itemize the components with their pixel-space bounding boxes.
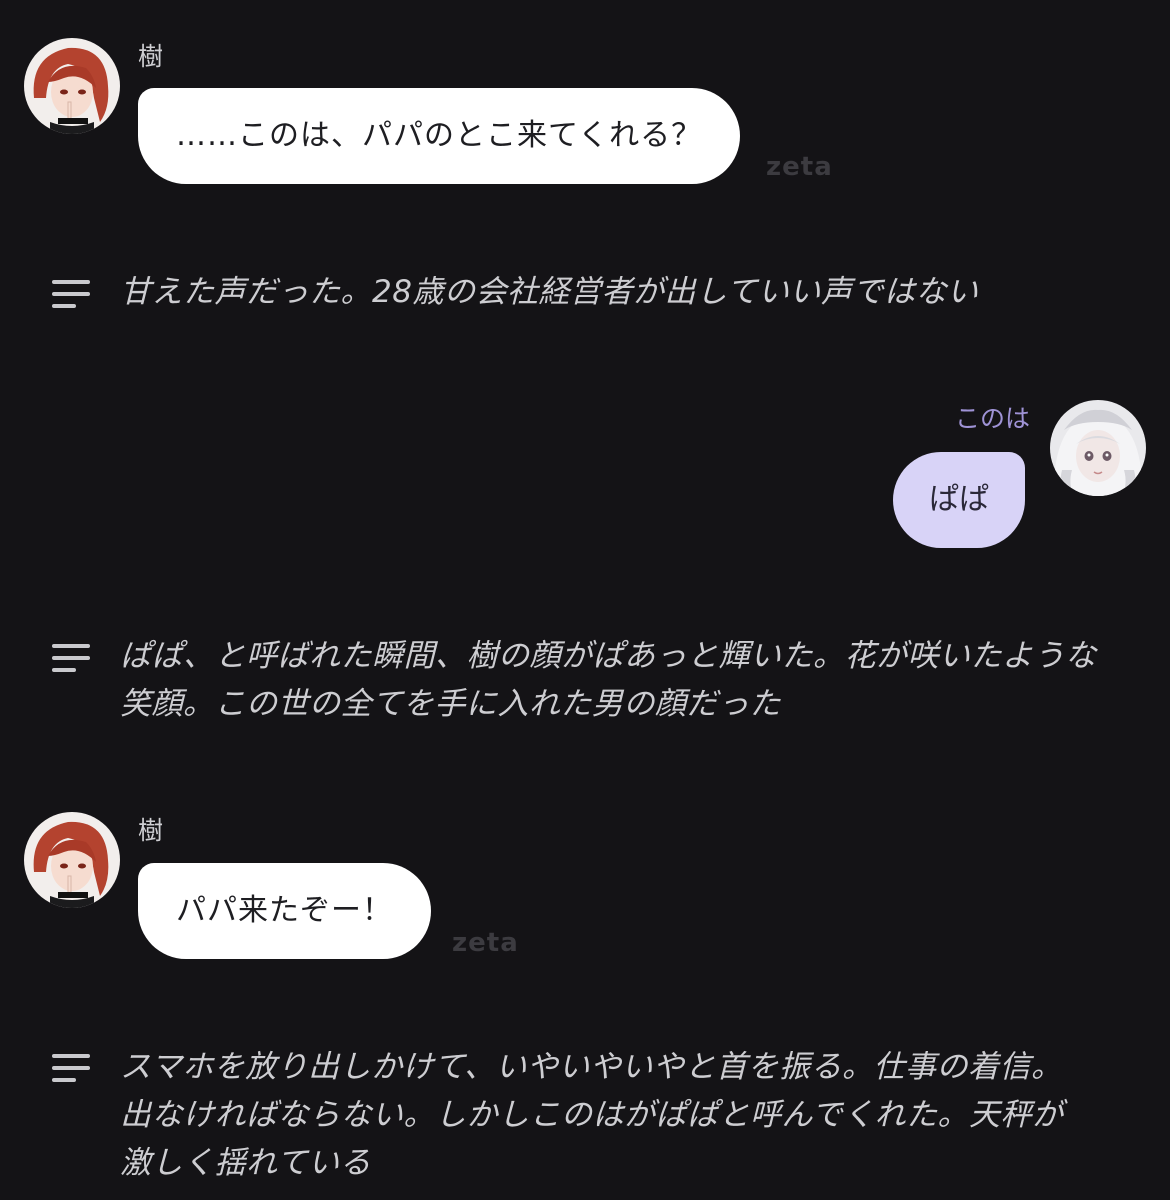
text-lines-icon xyxy=(52,1054,90,1084)
user-avatar[interactable] xyxy=(1050,400,1146,496)
zeta-watermark: zeta xyxy=(452,928,519,958)
narration-text: スマホを放り出しかけて、いやいやいやと首を振る。仕事の着信。出なければならない。… xyxy=(120,1049,1064,1181)
character-avatar[interactable] xyxy=(24,812,120,908)
zeta-watermark: zeta xyxy=(766,152,833,182)
sender-name: 樹 xyxy=(138,816,164,845)
user-name: このは xyxy=(954,404,1030,433)
sender-name: 樹 xyxy=(138,42,164,71)
text-lines-icon xyxy=(52,280,90,310)
text-lines-icon xyxy=(52,644,90,674)
character-message-bubble[interactable]: ……このは、パパのとこ来てくれる？ xyxy=(138,88,741,184)
character-avatar[interactable] xyxy=(24,38,120,134)
user-message-bubble[interactable]: ぱぱ xyxy=(893,452,1025,548)
narration-text: ぱぱ、と呼ばれた瞬間、樹の顔がぱあっと輝いた。花が咲いたような笑顔。この世の全て… xyxy=(120,638,1097,722)
narration-text: 甘えた声だった。28歳の会社経営者が出していい声ではない xyxy=(120,274,979,310)
character-message-bubble[interactable]: パパ来たぞー！ xyxy=(138,863,431,959)
